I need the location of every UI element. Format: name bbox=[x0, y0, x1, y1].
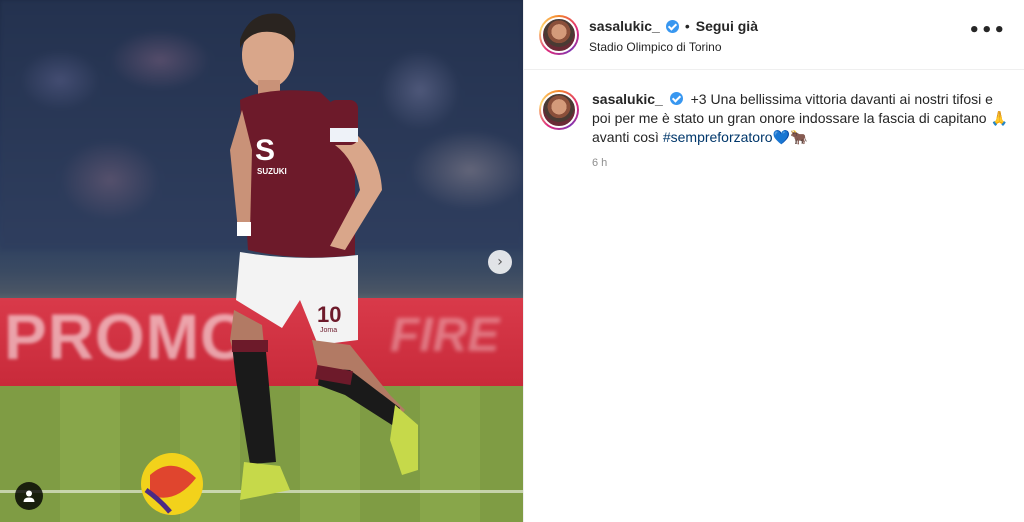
caption-username[interactable]: sasalukic_ bbox=[592, 91, 663, 107]
jersey-sponsor: SUZUKI bbox=[257, 167, 287, 176]
location-link[interactable]: Stadio Olimpico di Torino bbox=[589, 40, 722, 54]
player-wristband bbox=[237, 222, 251, 236]
more-options-icon[interactable]: ••• bbox=[968, 20, 1006, 41]
tagged-users-button[interactable] bbox=[15, 482, 43, 510]
caption-text: sasalukic_ +3 Una bellissima vittoria da… bbox=[592, 90, 1009, 147]
post-header: sasalukic_ • Segui già Stadio Olimpico d… bbox=[524, 0, 1024, 70]
chevron-right-icon: › bbox=[497, 254, 503, 270]
separator: • bbox=[684, 18, 690, 34]
player-armband bbox=[330, 128, 358, 142]
caption-emoji: 💙🐂 bbox=[772, 129, 808, 145]
post-photo[interactable]: PROMO FIRE S SUZUKI 10 Joma › bbox=[0, 0, 523, 522]
player-figure: S SUZUKI 10 Joma bbox=[141, 13, 418, 515]
sock-band-left bbox=[232, 340, 268, 352]
hashtag-link[interactable]: #sempreforzatoro bbox=[663, 129, 773, 145]
shorts-number: 10 bbox=[317, 302, 341, 327]
player-left-sock bbox=[232, 345, 276, 464]
post-timestamp[interactable]: 6 h bbox=[592, 157, 1009, 169]
verified-badge-icon bbox=[669, 92, 683, 105]
shorts-brand: Joma bbox=[320, 327, 337, 334]
header-user-line: sasalukic_ • Segui già bbox=[589, 18, 758, 34]
carousel-next-button[interactable]: › bbox=[488, 250, 512, 274]
player-right-boot bbox=[390, 405, 418, 475]
caption-avatar[interactable] bbox=[539, 90, 579, 130]
user-icon bbox=[23, 490, 35, 502]
avatar[interactable] bbox=[539, 15, 579, 55]
jersey-logo: S bbox=[255, 134, 275, 167]
verified-badge-icon bbox=[665, 19, 679, 33]
username-link[interactable]: sasalukic_ bbox=[589, 18, 660, 34]
post-side-panel: sasalukic_ • Segui già Stadio Olimpico d… bbox=[523, 0, 1024, 522]
caption-comment: sasalukic_ +3 Una bellissima vittoria da… bbox=[539, 90, 1009, 169]
following-button[interactable]: Segui già bbox=[696, 18, 758, 34]
player-left-boot bbox=[240, 462, 290, 500]
